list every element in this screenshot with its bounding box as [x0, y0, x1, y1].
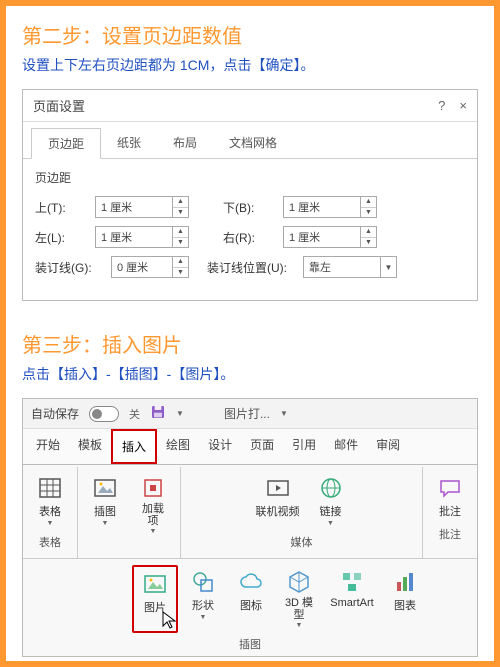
- quick-access-toolbar: 自动保存 关 ▼ 图片打... ▼: [23, 399, 477, 429]
- ribbon-tabs: 开始 模板 插入 绘图 设计 页面 引用 邮件 审阅: [23, 429, 477, 465]
- bottom-spinner[interactable]: 1 厘米 ▲▼: [283, 196, 377, 218]
- close-icon[interactable]: ×: [459, 98, 467, 113]
- chart-button[interactable]: 图表: [382, 565, 428, 633]
- step2-title: 第二步：设置页边距数值: [22, 20, 478, 49]
- group-illustrations: 插图 ▼ 加载 项 ▼: [78, 467, 181, 558]
- chevron-down-icon[interactable]: ▼: [280, 409, 288, 418]
- section-margins: 页边距: [35, 169, 465, 186]
- spinner-up-icon[interactable]: ▲: [173, 227, 188, 238]
- step3-title: 第三步：插入图片: [22, 329, 478, 358]
- 3d-model-button[interactable]: 3D 模 型 ▼: [276, 565, 322, 633]
- gutter-label: 装订线(G):: [35, 259, 105, 276]
- icons-button[interactable]: 图标: [228, 565, 274, 633]
- chevron-down-icon: ▼: [327, 520, 334, 527]
- help-icon[interactable]: ?: [438, 98, 445, 113]
- tables-button[interactable]: 表格 ▼: [27, 471, 73, 531]
- chevron-down-icon[interactable]: ▼: [176, 409, 184, 418]
- autosave-toggle[interactable]: [89, 406, 119, 422]
- tab-draw[interactable]: 绘图: [157, 429, 199, 464]
- spinner-up-icon[interactable]: ▲: [361, 197, 376, 208]
- tab-paper[interactable]: 纸张: [101, 128, 157, 158]
- chevron-down-icon: ▼: [296, 622, 303, 629]
- spinner-down-icon[interactable]: ▼: [361, 238, 376, 248]
- addin-icon: [141, 475, 165, 501]
- page-setup-dialog: 页面设置 ? × 页边距 纸张 布局 文档网格 页边距 上(T): 1 厘米 ▲…: [22, 89, 478, 301]
- right-spinner[interactable]: 1 厘米 ▲▼: [283, 226, 377, 248]
- step3-desc: 点击【插入】-【插图】-【图片】。: [22, 364, 478, 384]
- tab-docgrid[interactable]: 文档网格: [213, 128, 293, 158]
- left-label: 左(L):: [35, 229, 89, 246]
- tab-home[interactable]: 开始: [27, 429, 69, 464]
- spinner-up-icon[interactable]: ▲: [173, 257, 188, 268]
- illustrations-button[interactable]: 插图 ▼: [82, 471, 128, 539]
- top-spinner[interactable]: 1 厘米 ▲▼: [95, 196, 189, 218]
- video-icon: [266, 475, 290, 501]
- step2-desc: 设置上下左右页边距都为 1CM，点击【确定】。: [22, 55, 478, 75]
- addins-button[interactable]: 加载 项 ▼: [130, 471, 176, 539]
- ribbon: 自动保存 关 ▼ 图片打... ▼ 开始 模板 插入 绘图 设计 页面 引用 邮…: [22, 398, 478, 657]
- tab-layout[interactable]: 布局: [157, 128, 213, 158]
- group-media: 联机视频 链接 ▼ 媒体: [181, 467, 423, 558]
- smartart-icon: [340, 569, 364, 595]
- tab-margins[interactable]: 页边距: [31, 128, 101, 159]
- tab-page[interactable]: 页面: [241, 429, 283, 464]
- autosave-label: 自动保存: [31, 405, 79, 422]
- gutter-pos-dropdown[interactable]: 靠左 ▼: [303, 256, 397, 278]
- table-icon: [38, 475, 62, 501]
- chart-icon: [393, 569, 417, 595]
- tab-insert[interactable]: 插入: [111, 429, 157, 464]
- group-comments: 批注 批注: [423, 467, 477, 558]
- cloud-icon: [239, 569, 263, 595]
- tab-mailings[interactable]: 邮件: [325, 429, 367, 464]
- chevron-down-icon: ▼: [47, 520, 54, 527]
- document-title: 图片打...: [224, 405, 270, 422]
- left-spinner[interactable]: 1 厘米 ▲▼: [95, 226, 189, 248]
- dialog-tabs: 页边距 纸张 布局 文档网格: [23, 128, 477, 159]
- picture-icon: [143, 571, 167, 597]
- link-button[interactable]: 链接 ▼: [308, 471, 354, 531]
- illustrations-gallery: 图片 形状 ▼ 图标: [23, 558, 477, 656]
- spinner-down-icon[interactable]: ▼: [173, 268, 188, 278]
- group-tables: 表格 ▼ 表格: [23, 467, 78, 558]
- cube-icon: [287, 569, 311, 595]
- spinner-down-icon[interactable]: ▼: [173, 208, 188, 218]
- tab-references[interactable]: 引用: [283, 429, 325, 464]
- comment-icon: [438, 475, 462, 501]
- chevron-down-icon[interactable]: ▼: [380, 257, 396, 277]
- top-label: 上(T):: [35, 199, 89, 216]
- tab-design[interactable]: 设计: [199, 429, 241, 464]
- shapes-button[interactable]: 形状 ▼: [180, 565, 226, 633]
- chevron-down-icon: ▼: [102, 520, 109, 527]
- online-video-button[interactable]: 联机视频: [250, 471, 306, 531]
- save-icon[interactable]: [150, 404, 166, 423]
- picture-button[interactable]: 图片: [132, 565, 178, 633]
- link-icon: [319, 475, 343, 501]
- spinner-up-icon[interactable]: ▲: [173, 197, 188, 208]
- gutter-spinner[interactable]: 0 厘米 ▲▼: [111, 256, 189, 278]
- chevron-down-icon: ▼: [150, 528, 157, 535]
- dialog-title: 页面设置: [33, 96, 85, 115]
- shapes-icon: [191, 569, 215, 595]
- tab-review[interactable]: 审阅: [367, 429, 409, 464]
- spinner-down-icon[interactable]: ▼: [173, 238, 188, 248]
- smartart-button[interactable]: SmartArt: [324, 565, 380, 633]
- tab-template[interactable]: 模板: [69, 429, 111, 464]
- right-label: 右(R):: [223, 229, 277, 246]
- bottom-label: 下(B):: [223, 199, 277, 216]
- autosave-state: 关: [129, 406, 140, 422]
- chevron-down-icon: ▼: [200, 614, 207, 621]
- gutter-pos-label: 装订线位置(U):: [207, 259, 297, 276]
- comment-button[interactable]: 批注: [427, 471, 473, 523]
- spinner-up-icon[interactable]: ▲: [361, 227, 376, 238]
- spinner-down-icon[interactable]: ▼: [361, 208, 376, 218]
- picture-icon: [93, 475, 117, 501]
